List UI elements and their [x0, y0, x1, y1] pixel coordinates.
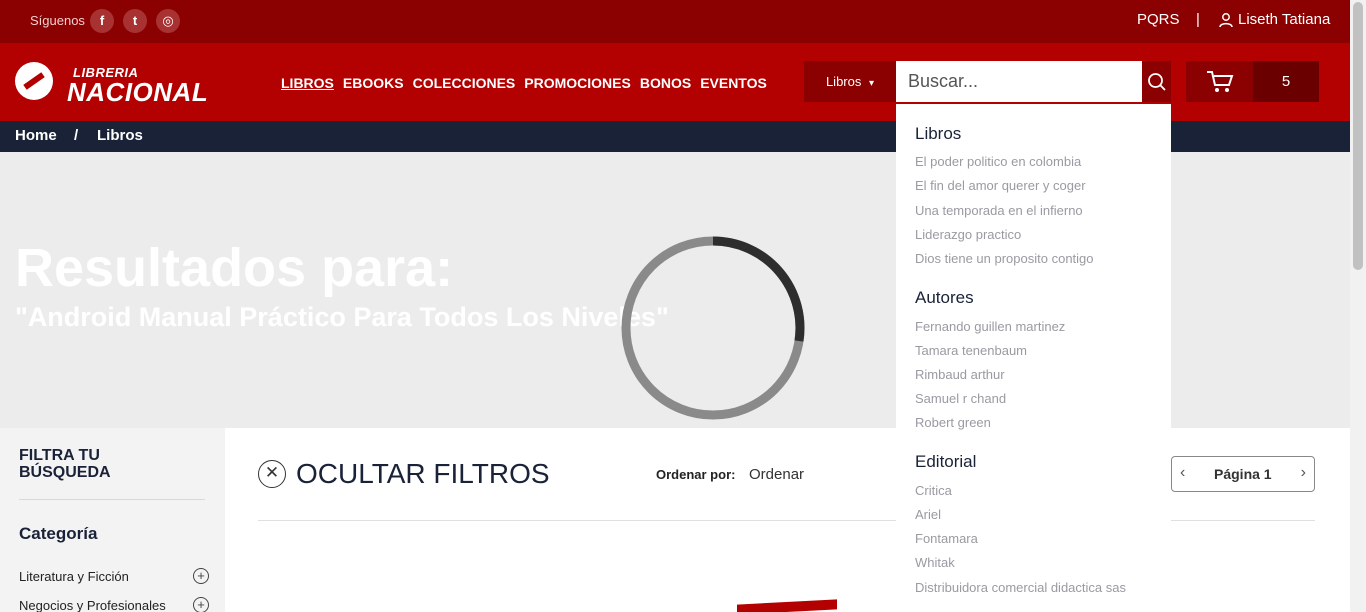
nav-bonos[interactable]: BONOS: [640, 75, 691, 91]
follow-us-label: Síguenos: [30, 13, 85, 28]
sidebar-divider: [19, 499, 205, 500]
category-item-label: Literatura y Ficción: [19, 569, 129, 584]
suggestion-author[interactable]: Fernando guillen martinez: [915, 319, 1065, 334]
suggestion-book[interactable]: Una temporada en el infierno: [915, 203, 1083, 218]
category-item[interactable]: Negocios y Profesionales +: [19, 597, 209, 612]
search-suggestions-dropdown: Libros El poder politico en colombia El …: [896, 104, 1171, 612]
breadcrumb-current: Libros: [97, 127, 143, 144]
loading-spinner-icon: [621, 236, 805, 420]
page-indicator: Página 1: [1214, 466, 1272, 482]
close-icon: ✕: [258, 460, 286, 488]
search-category-select[interactable]: Libros ▾: [804, 61, 896, 102]
chevron-down-icon: ▾: [869, 78, 875, 89]
filter-title-line2: BÚSQUEDA: [19, 464, 111, 481]
hide-filters-label: OCULTAR FILTROS: [296, 458, 550, 489]
main-nav: LIBROS EBOOKS COLECCIONES PROMOCIONES BO…: [281, 75, 767, 91]
category-heading: Categoría: [19, 524, 98, 543]
suggestion-publisher[interactable]: Distribuidora comercial didactica sas: [915, 580, 1126, 595]
results-title: Resultados para:: [15, 238, 454, 298]
suggestion-publisher[interactable]: Critica: [915, 483, 952, 498]
chevron-left-icon[interactable]: ‹: [1180, 464, 1185, 482]
sort-label: Ordenar por:: [656, 467, 736, 482]
user-name: Liseth Tatiana: [1238, 11, 1331, 28]
topbar-separator: |: [1196, 11, 1200, 28]
search-icon: [1147, 72, 1166, 91]
results-content: ✕ OCULTAR FILTROS Ordenar por: Ordenar ‹…: [225, 428, 1350, 612]
cart-button[interactable]: 5: [1186, 61, 1319, 102]
sort-select[interactable]: Ordenar: [749, 466, 804, 483]
search-input[interactable]: [896, 61, 1142, 102]
filter-title: FILTRA TU BÚSQUEDA: [19, 447, 111, 481]
nav-ebooks[interactable]: EBOOKS: [343, 75, 404, 91]
breadcrumb-separator: /: [74, 127, 79, 144]
expand-plus-icon[interactable]: +: [193, 568, 209, 584]
logo-line2: NACIONAL: [67, 77, 209, 107]
twitter-icon[interactable]: t: [123, 9, 147, 33]
cart-count: 5: [1253, 61, 1319, 102]
pqrs-link[interactable]: PQRS: [1137, 11, 1180, 28]
suggestions-books-heading: Libros: [915, 124, 962, 143]
book-cover-partial[interactable]: [737, 599, 837, 612]
suggestion-book[interactable]: Dios tiene un proposito contigo: [915, 251, 1094, 266]
instagram-icon[interactable]: ◎: [156, 9, 180, 33]
search-button[interactable]: [1142, 61, 1171, 102]
logo-mark-icon: [15, 62, 53, 100]
suggestion-author[interactable]: Rimbaud arthur: [915, 367, 1005, 382]
filter-title-line1: FILTRA TU: [19, 447, 100, 464]
search-category-value: Libros: [825, 74, 862, 89]
category-item[interactable]: Literatura y Ficción +: [19, 568, 209, 584]
suggestion-author[interactable]: Tamara tenenbaum: [915, 343, 1027, 358]
page-scrollbar[interactable]: [1350, 0, 1366, 612]
user-icon: [1219, 12, 1233, 27]
filter-sidebar: FILTRA TU BÚSQUEDA Categoría Literatura …: [0, 428, 225, 612]
breadcrumb-home[interactable]: Home: [15, 127, 57, 144]
suggestion-book[interactable]: El fin del amor querer y coger: [915, 178, 1086, 193]
expand-plus-icon[interactable]: +: [193, 597, 209, 612]
chevron-right-icon[interactable]: ›: [1301, 464, 1306, 482]
suggestion-author[interactable]: Robert green: [915, 415, 991, 430]
results-query: "Android Manual Práctico Para Todos Los …: [15, 302, 669, 332]
pagination: ‹ Página 1 ›: [1171, 456, 1315, 492]
facebook-icon[interactable]: f: [90, 9, 114, 33]
suggestion-book[interactable]: El poder politico en colombia: [915, 154, 1081, 169]
nav-promociones[interactable]: PROMOCIONES: [524, 75, 631, 91]
top-bar: Síguenos f t ◎ PQRS | Liseth Tatiana: [0, 0, 1350, 43]
nav-eventos[interactable]: EVENTOS: [700, 75, 767, 91]
cart-icon: [1207, 71, 1234, 92]
nav-libros[interactable]: LIBROS: [281, 75, 334, 91]
suggestions-publishers-heading: Editorial: [915, 452, 977, 471]
suggestion-book[interactable]: Liderazgo practico: [915, 227, 1021, 242]
hide-filters-button[interactable]: ✕ OCULTAR FILTROS: [258, 458, 550, 490]
suggestion-publisher[interactable]: Whitak: [915, 555, 955, 570]
suggestion-publisher[interactable]: Fontamara: [915, 531, 978, 546]
suggestions-authors-heading: Autores: [915, 288, 974, 307]
suggestion-author[interactable]: Samuel r chand: [915, 391, 1006, 406]
suggestion-publisher[interactable]: Ariel: [915, 507, 941, 522]
user-account-link[interactable]: Liseth Tatiana: [1218, 11, 1330, 28]
nav-colecciones[interactable]: COLECCIONES: [413, 75, 516, 91]
logo[interactable]: LIBRERIA NACIONAL: [15, 60, 220, 107]
scrollbar-thumb[interactable]: [1353, 2, 1363, 270]
category-item-label: Negocios y Profesionales: [19, 598, 166, 612]
